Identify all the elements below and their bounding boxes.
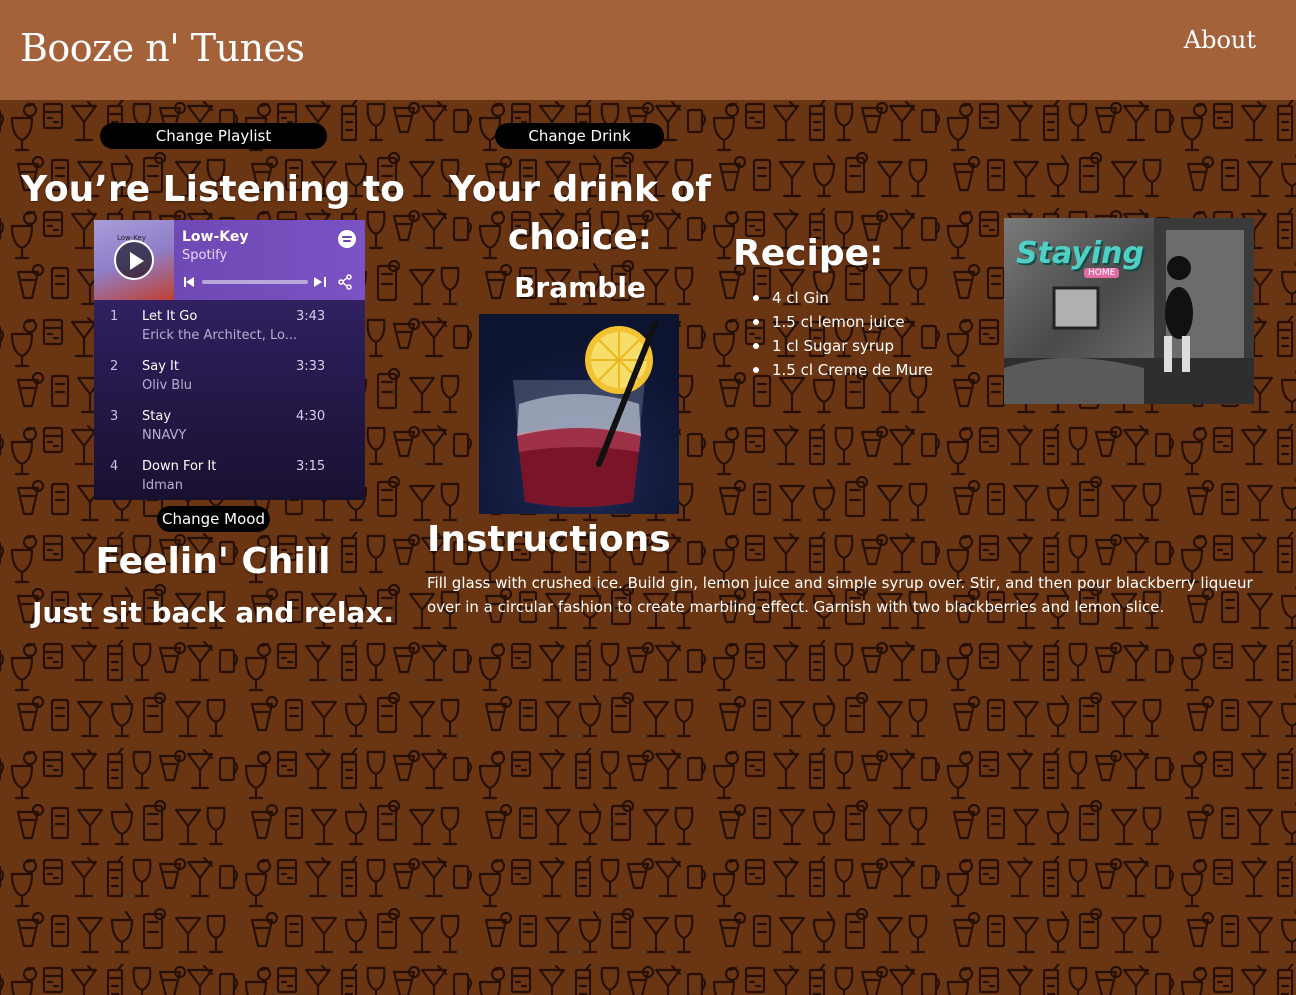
- track-name: Stay: [142, 409, 172, 424]
- gif-subtitle-text: HOME: [1084, 268, 1120, 278]
- ingredient-item: 4 cl Gin: [752, 286, 933, 310]
- track-row[interactable]: 4 Down For It Idman 3:15: [94, 453, 365, 500]
- change-playlist-button[interactable]: Change Playlist: [100, 123, 327, 149]
- ingredient-item: 1.5 cl lemon juice: [752, 310, 933, 334]
- drink-heading: Your drink of choice:: [449, 169, 711, 258]
- track-artist: Oliv Blu: [142, 378, 193, 393]
- track-row[interactable]: 1 Let It Go Erick the Architect, Lo... 3…: [94, 303, 365, 353]
- site-title[interactable]: Booze n' Tunes: [20, 26, 305, 70]
- track-duration: 3:43: [296, 309, 326, 324]
- track-artist: Erick the Architect, Lo...: [142, 328, 298, 343]
- track-number: 1: [110, 309, 119, 324]
- track-artist: NNAVY: [142, 428, 187, 443]
- track-duration: 3:15: [296, 459, 326, 474]
- previous-track-icon[interactable]: [184, 276, 196, 288]
- track-number: 4: [110, 459, 119, 474]
- nav-about-link[interactable]: About: [1184, 26, 1256, 54]
- track-number: 3: [110, 409, 119, 424]
- progress-bar[interactable]: [202, 280, 308, 284]
- share-icon[interactable]: [337, 274, 353, 290]
- ingredient-item: 1 cl Sugar syrup: [752, 334, 933, 358]
- change-mood-button[interactable]: Change Mood: [157, 506, 270, 532]
- track-name: Say It: [142, 359, 179, 374]
- player-source: Spotify: [182, 248, 228, 263]
- next-track-icon[interactable]: [314, 276, 326, 288]
- drink-name: Bramble: [514, 271, 646, 304]
- instructions-text: Fill glass with crushed ice. Build gin, …: [427, 574, 1253, 616]
- mood-subtitle: Just sit back and relax.: [31, 596, 395, 629]
- site-header: Booze n' Tunes About: [0, 0, 1296, 100]
- album-cover: Low-Key: [94, 220, 174, 300]
- gif-title-text: Staying: [1016, 236, 1144, 271]
- instructions-heading: Instructions: [427, 519, 671, 560]
- track-duration: 4:30: [296, 409, 326, 424]
- track-artist: Idman: [142, 478, 183, 493]
- track-row[interactable]: 2 Say It Oliv Blu 3:33: [94, 353, 365, 403]
- play-icon[interactable]: [114, 240, 154, 280]
- recipe-heading: Recipe:: [733, 233, 884, 274]
- track-duration: 3:33: [296, 359, 326, 374]
- track-number: 2: [110, 359, 119, 374]
- track-name: Down For It: [142, 459, 217, 474]
- spotify-logo-icon[interactable]: [338, 230, 356, 248]
- change-drink-button[interactable]: Change Drink: [495, 123, 664, 149]
- drink-image: [479, 314, 679, 514]
- ingredient-item: 1.5 cl Creme de Mure: [752, 358, 933, 382]
- listening-heading: You’re Listening to: [21, 169, 405, 210]
- ingredient-list: 4 cl Gin 1.5 cl lemon juice 1 cl Sugar s…: [752, 286, 933, 382]
- track-name: Let It Go: [142, 309, 198, 324]
- track-row[interactable]: 3 Stay NNAVY 4:30: [94, 403, 365, 453]
- staying-home-gif: Staying HOME: [1004, 218, 1254, 404]
- spotify-player[interactable]: Low-Key Low-Key Spotify 1 Let It Go Eric…: [94, 220, 365, 500]
- mood-title: Feelin' Chill: [95, 541, 331, 582]
- player-song-title[interactable]: Low-Key: [182, 229, 249, 245]
